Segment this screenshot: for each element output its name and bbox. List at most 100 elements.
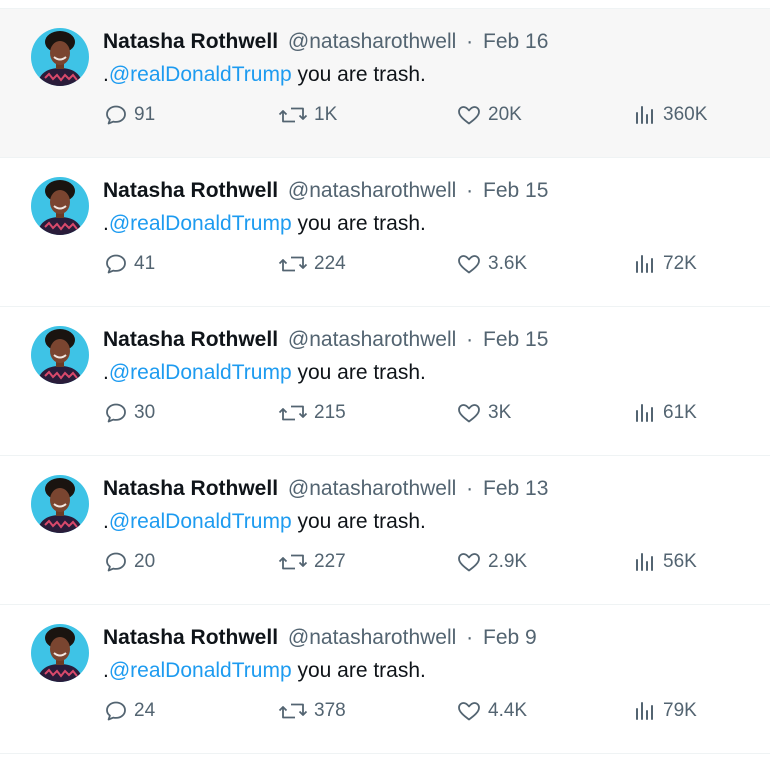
mention-link[interactable]: @realDonaldTrump <box>109 361 292 384</box>
text-body: you are trash. <box>291 63 426 86</box>
bar-chart-icon <box>636 553 653 571</box>
avatar[interactable] <box>31 28 89 86</box>
tweet[interactable]: Natasha Rothwell @natasharothwell · Feb … <box>0 456 770 605</box>
heart-outline-icon <box>458 404 480 423</box>
retweet-button[interactable]: 1K <box>278 103 337 127</box>
tweet-date[interactable]: Feb 9 <box>483 626 537 649</box>
retweet-arrows-icon <box>278 554 308 570</box>
separator-dot: · <box>466 30 474 53</box>
speech-bubble-icon <box>106 701 126 721</box>
tweet-date[interactable]: Feb 13 <box>483 477 548 500</box>
tweet-date[interactable]: Feb 15 <box>483 179 548 202</box>
bar-chart-icon <box>636 404 653 422</box>
retweet-button[interactable]: 378 <box>278 699 346 723</box>
retweet-arrows-icon <box>278 256 308 272</box>
text-body: you are trash. <box>291 212 426 235</box>
avatar-image <box>31 177 89 235</box>
reply-button[interactable]: 91 <box>104 103 155 127</box>
reply-button[interactable]: 30 <box>104 401 155 425</box>
tweet-date[interactable]: Feb 15 <box>483 328 548 351</box>
views-count: 61K <box>663 402 697 423</box>
heart-outline-icon <box>458 702 480 721</box>
user-handle[interactable]: @natasharothwell <box>288 626 456 649</box>
user-handle[interactable]: @natasharothwell <box>288 477 456 500</box>
user-handle[interactable]: @natasharothwell <box>288 328 456 351</box>
separator-dot: · <box>466 477 474 500</box>
reply-count: 91 <box>134 104 156 125</box>
mention-link[interactable]: @realDonaldTrump <box>109 212 292 235</box>
tweet[interactable]: Natasha Rothwell @natasharothwell · Feb … <box>0 158 770 307</box>
retweet-button[interactable]: 224 <box>278 252 346 276</box>
display-name[interactable]: Natasha Rothwell <box>103 626 278 649</box>
retweet-count: 224 <box>314 253 346 274</box>
like-count: 3K <box>488 402 512 423</box>
tweet-header: Natasha Rothwell @natasharothwell · Feb … <box>103 29 548 55</box>
avatar-image <box>31 624 89 682</box>
views-count: 360K <box>663 104 708 125</box>
like-count: 4.4K <box>488 700 528 721</box>
tweet-text: .@realDonaldTrump you are trash. <box>103 360 426 386</box>
like-button[interactable]: 4.4K <box>456 699 527 723</box>
speech-bubble-icon <box>106 403 126 423</box>
tweet[interactable]: Natasha Rothwell @natasharothwell · Feb … <box>0 605 770 754</box>
tweet[interactable]: Natasha Rothwell @natasharothwell · Feb … <box>0 307 770 456</box>
reply-button[interactable]: 41 <box>104 252 155 276</box>
avatar[interactable] <box>31 624 89 682</box>
bar-chart-icon <box>636 106 653 124</box>
retweet-count: 215 <box>314 402 346 423</box>
display-name[interactable]: Natasha Rothwell <box>103 30 278 53</box>
like-button[interactable]: 3.6K <box>456 252 527 276</box>
like-button[interactable]: 3K <box>456 401 511 425</box>
heart-outline-icon <box>458 106 480 125</box>
avatar-image <box>31 326 89 384</box>
reply-button[interactable]: 20 <box>104 550 155 574</box>
tweet-text: .@realDonaldTrump you are trash. <box>103 509 426 535</box>
tweet-text: .@realDonaldTrump you are trash. <box>103 658 426 684</box>
reply-count: 24 <box>134 700 156 721</box>
display-name[interactable]: Natasha Rothwell <box>103 179 278 202</box>
text-body: you are trash. <box>291 361 426 384</box>
bar-chart-icon <box>636 255 653 273</box>
bar-chart-icon <box>636 702 653 720</box>
mention-link[interactable]: @realDonaldTrump <box>109 63 292 86</box>
views-button[interactable]: 61K <box>633 401 697 425</box>
views-count: 79K <box>663 700 697 721</box>
tweet-date[interactable]: Feb 16 <box>483 30 548 53</box>
reply-count: 30 <box>134 402 156 423</box>
tweet-header: Natasha Rothwell @natasharothwell · Feb … <box>103 625 537 651</box>
tweet[interactable]: Natasha Rothwell @natasharothwell · Feb … <box>0 9 770 158</box>
avatar[interactable] <box>31 177 89 235</box>
retweet-button[interactable]: 215 <box>278 401 346 425</box>
tweet-text: .@realDonaldTrump you are trash. <box>103 62 426 88</box>
speech-bubble-icon <box>106 552 126 572</box>
mention-link[interactable]: @realDonaldTrump <box>109 659 292 682</box>
like-button[interactable]: 2.9K <box>456 550 527 574</box>
retweet-arrows-icon <box>278 703 308 719</box>
tweet-header: Natasha Rothwell @natasharothwell · Feb … <box>103 476 548 502</box>
retweet-count: 1K <box>314 104 338 125</box>
speech-bubble-icon <box>106 105 126 125</box>
tweet-header: Natasha Rothwell @natasharothwell · Feb … <box>103 178 548 204</box>
views-button[interactable]: 360K <box>633 103 707 127</box>
avatar[interactable] <box>31 326 89 384</box>
reply-button[interactable]: 24 <box>104 699 155 723</box>
like-button[interactable]: 20K <box>456 103 522 127</box>
retweet-count: 378 <box>314 700 346 721</box>
retweet-button[interactable]: 227 <box>278 550 346 574</box>
views-button[interactable]: 79K <box>633 699 697 723</box>
display-name[interactable]: Natasha Rothwell <box>103 477 278 500</box>
display-name[interactable]: Natasha Rothwell <box>103 328 278 351</box>
mention-link[interactable]: @realDonaldTrump <box>109 510 292 533</box>
user-handle[interactable]: @natasharothwell <box>288 30 456 53</box>
views-button[interactable]: 56K <box>633 550 697 574</box>
separator-dot: · <box>466 328 474 351</box>
reply-count: 41 <box>134 253 156 274</box>
heart-outline-icon <box>458 255 480 274</box>
avatar[interactable] <box>31 475 89 533</box>
avatar-image <box>31 475 89 533</box>
user-handle[interactable]: @natasharothwell <box>288 179 456 202</box>
speech-bubble-icon <box>106 254 126 274</box>
views-button[interactable]: 72K <box>633 252 697 276</box>
heart-outline-icon <box>458 553 480 572</box>
separator-dot: · <box>466 626 474 649</box>
